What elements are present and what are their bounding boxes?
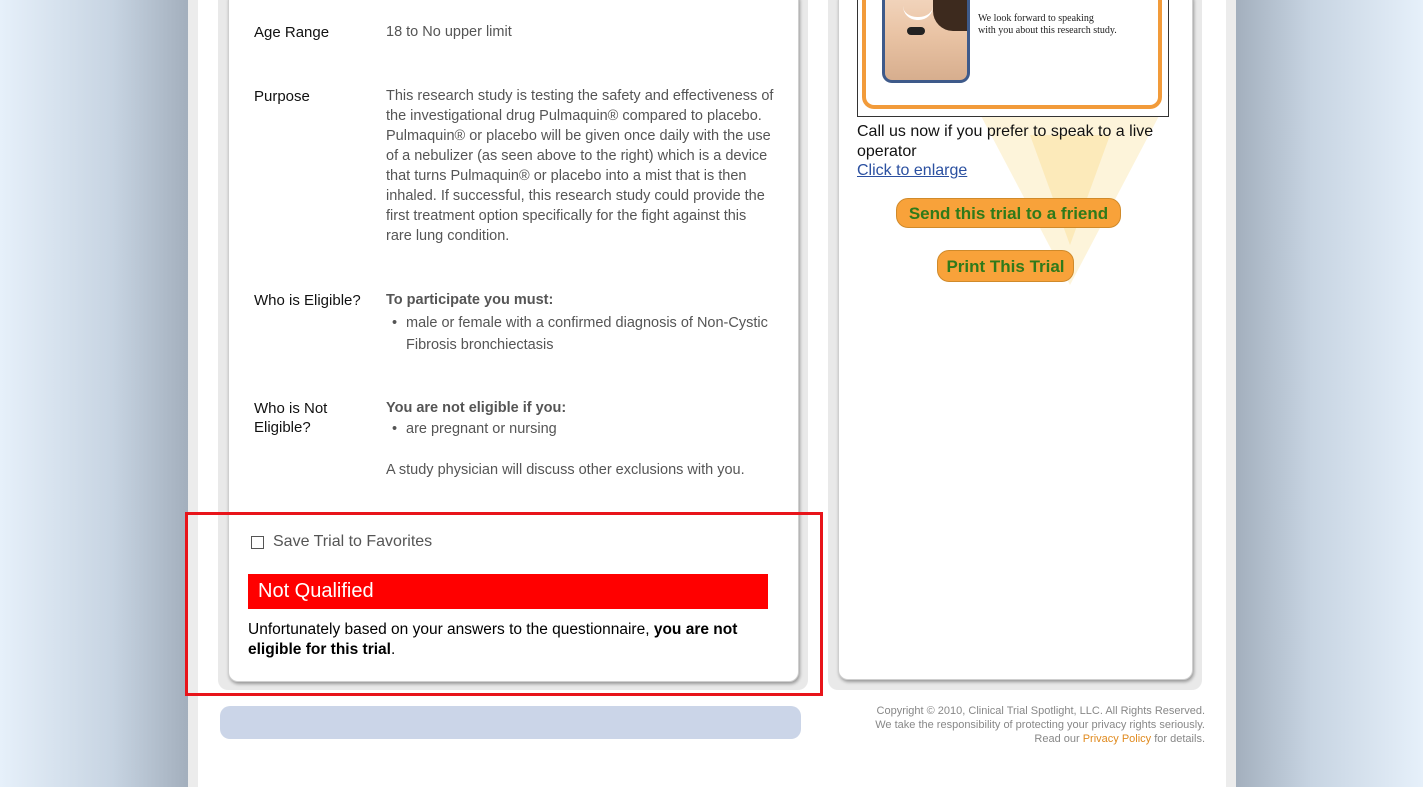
headset-icon [907, 27, 925, 35]
bottom-bar [220, 706, 801, 739]
click-to-enlarge-link[interactable]: Click to enlarge [857, 162, 967, 180]
not-eligible-heading: You are not eligible if you: [386, 400, 567, 416]
operator-photo [882, 0, 970, 83]
eligible-item: male or female with a confirmed diagnosi… [386, 312, 776, 356]
call-now-text: Call us now if you prefer to speak to a … [857, 123, 1154, 160]
eligible-heading: To participate you must: [386, 292, 554, 308]
privacy-line: Read our Privacy Policy for details. [1034, 733, 1205, 745]
age-range-value: 18 to No upper limit [386, 24, 512, 40]
print-trial-button[interactable]: Print This Trial [937, 250, 1074, 282]
privacy-statement: We take the responsibility of protecting… [875, 719, 1205, 731]
not-eligible-item: are pregnant or nursing [386, 419, 776, 439]
not-eligible-section: You are not eligible if you: are pregnan… [386, 398, 776, 480]
background-right [1236, 0, 1423, 787]
exclusions-note: A study physician will discuss other exc… [386, 462, 745, 478]
footer: Copyright © 2010, Clinical Trial Spotlig… [840, 704, 1205, 746]
privacy-policy-link[interactable]: Privacy Policy [1083, 733, 1151, 745]
ad-border: We look forward to speaking with you abo… [862, 0, 1162, 109]
ad-text: We look forward to speaking with you abo… [978, 13, 1117, 36]
eligible-label: Who is Eligible? [254, 292, 361, 309]
purpose-value: This research study is testing the safet… [386, 88, 774, 244]
copyright-text: Copyright © 2010, Clinical Trial Spotlig… [876, 705, 1205, 717]
background-left [0, 0, 188, 787]
call-center-ad[interactable]: We look forward to speaking with you abo… [857, 0, 1169, 117]
purpose-label: Purpose [254, 88, 310, 105]
age-range-label: Age Range [254, 24, 330, 41]
not-eligible-label: Who is Not Eligible? [254, 400, 328, 436]
eligible-section: To participate you must: male or female … [386, 290, 776, 356]
send-to-friend-button[interactable]: Send this trial to a friend [896, 198, 1121, 228]
highlight-annotation-box [185, 512, 823, 696]
